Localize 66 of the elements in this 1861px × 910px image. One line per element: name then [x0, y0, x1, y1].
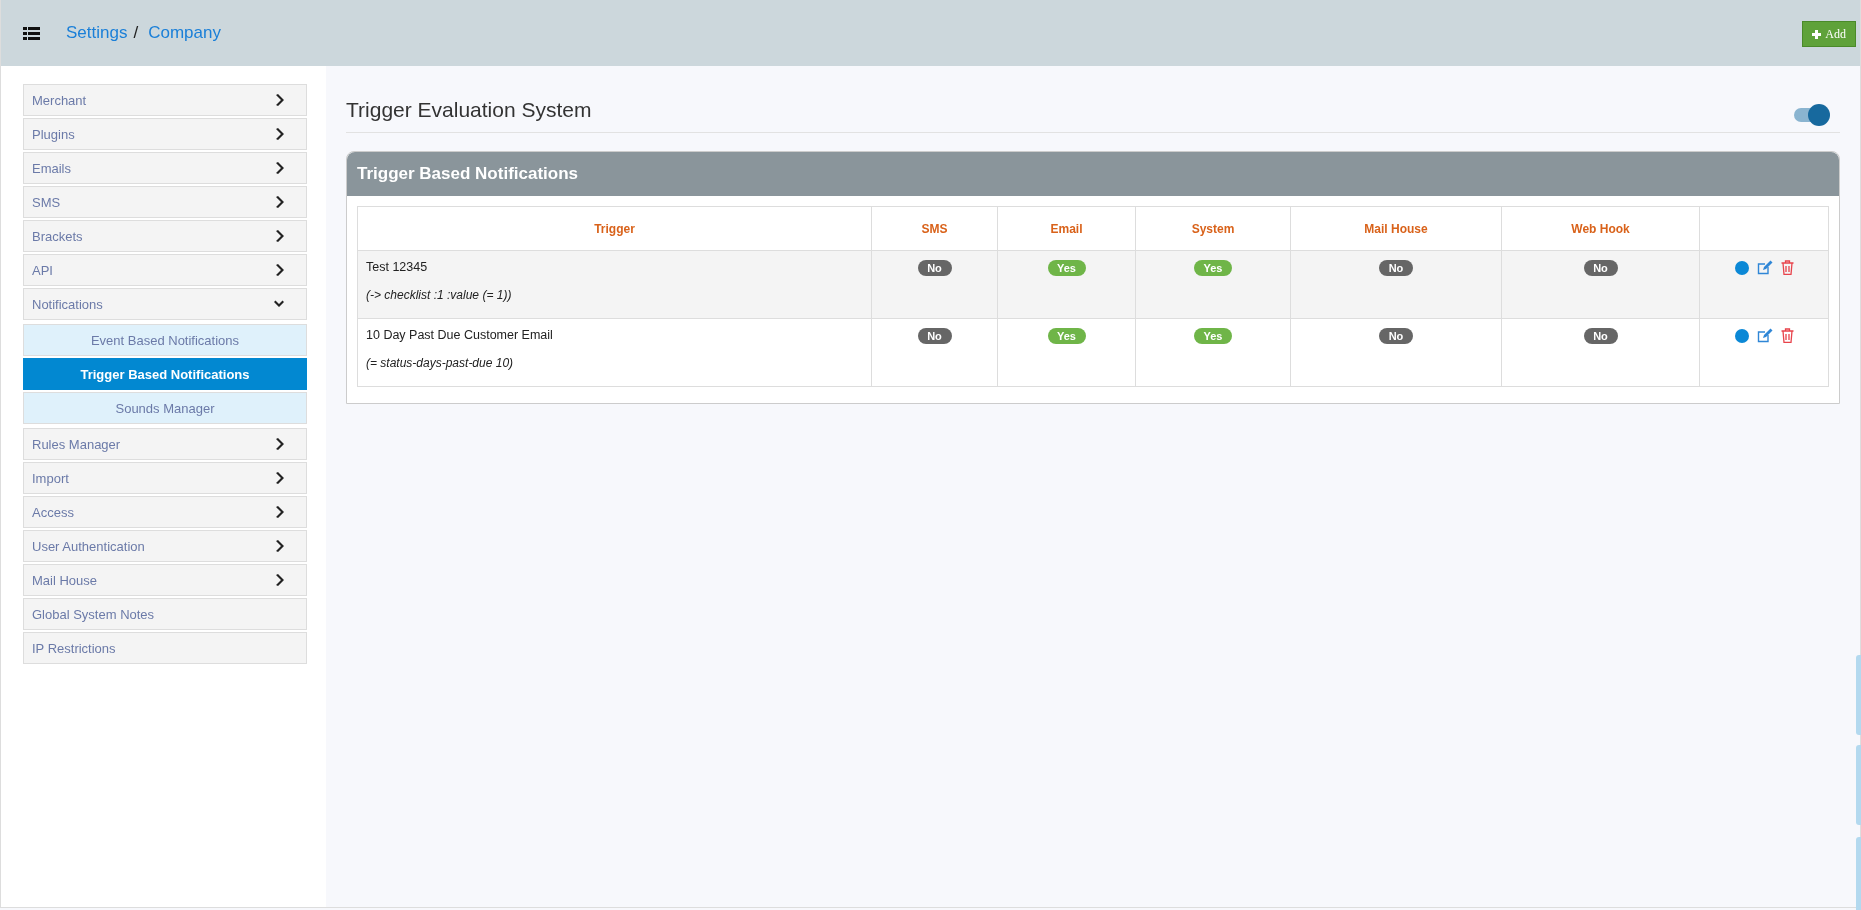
sidebar-subitem[interactable]: Event Based Notifications — [23, 324, 307, 356]
column-header: System — [1135, 206, 1291, 251]
status-dot-icon[interactable] — [1734, 260, 1749, 275]
column-header: Web Hook — [1501, 206, 1700, 251]
trash-icon[interactable] — [1780, 328, 1794, 343]
sidebar-item[interactable]: Notifications — [23, 288, 307, 320]
trigger-name: Test 12345 — [366, 260, 429, 274]
column-header: Email — [997, 206, 1136, 251]
status-badge: No — [1379, 260, 1413, 276]
status-dot-icon[interactable] — [1734, 328, 1749, 343]
trash-icon[interactable] — [1780, 260, 1794, 275]
sidebar-item-label: Brackets — [32, 228, 83, 244]
status-badge: No — [917, 260, 952, 276]
status-badge: No — [1583, 260, 1618, 276]
toggle-switch[interactable] — [1794, 104, 1830, 126]
status-badge: No — [1379, 328, 1413, 344]
edit-icon[interactable] — [1756, 328, 1773, 343]
sidebar-item-label: Access — [32, 504, 74, 520]
sidebar-item[interactable]: SMS — [23, 186, 307, 218]
sidebar-item[interactable]: Brackets — [23, 220, 307, 252]
sidebar-item[interactable]: Rules Manager — [23, 428, 307, 460]
sidebar-item[interactable]: Plugins — [23, 118, 307, 150]
sidebar-item[interactable]: Merchant — [23, 84, 307, 116]
sidebar-item-label: Rules Manager — [32, 436, 121, 452]
sidebar-item[interactable]: API — [23, 254, 307, 286]
column-header: Trigger — [357, 206, 872, 251]
sidebar-item[interactable]: Access — [23, 496, 307, 528]
trigger-expression: (= status-days-past-due 10) — [366, 356, 515, 370]
status-badge: Yes — [1047, 260, 1086, 276]
breadcrumb-link[interactable]: Company — [148, 23, 221, 43]
add-button[interactable]: Add — [1802, 21, 1856, 47]
breadcrumb-link[interactable]: Settings — [66, 23, 128, 43]
status-badge: No — [1583, 328, 1618, 344]
trigger-name: 10 Day Past Due Customer Email — [366, 328, 554, 342]
section-title: Trigger Evaluation System — [346, 98, 592, 122]
sidebar-item[interactable]: Import — [23, 462, 307, 494]
column-header: SMS — [871, 206, 998, 251]
sidebar-item[interactable]: IP Restrictions — [23, 632, 307, 664]
sidebar-subitem[interactable]: Trigger Based Notifications — [23, 358, 307, 390]
sidebar-item-label: Import — [32, 470, 69, 486]
edit-icon[interactable] — [1756, 260, 1773, 275]
sidebar-item[interactable]: Mail House — [23, 564, 307, 596]
sidebar-item-label: IP Restrictions — [32, 640, 116, 656]
trigger-expression: (-> checklist :1 :value (= 1)) — [366, 288, 513, 302]
status-badge: Yes — [1047, 328, 1086, 344]
panel-header: Trigger Based Notifications — [347, 152, 1839, 196]
plus-icon — [1812, 29, 1822, 39]
status-badge: No — [917, 328, 952, 344]
sidebar-subitem[interactable]: Sounds Manager — [23, 392, 307, 424]
status-badge: Yes — [1194, 328, 1232, 344]
sidebar-item[interactable]: Emails — [23, 152, 307, 184]
sidebar-item-label: Global System Notes — [32, 606, 155, 622]
status-badge: Yes — [1194, 260, 1232, 276]
sidebar-item-label: Notifications — [32, 296, 103, 312]
sidebar-item[interactable]: User Authentication — [23, 530, 307, 562]
sidebar-item-label: Plugins — [32, 126, 75, 142]
sidebar-item[interactable]: Global System Notes — [23, 598, 307, 630]
sidebar-item-label: API — [32, 262, 53, 278]
list-menu-icon[interactable] — [23, 26, 40, 40]
column-header: Mail House — [1290, 206, 1502, 251]
sidebar-item-label: Merchant — [32, 92, 87, 108]
sidebar-item-label: Mail House — [32, 572, 98, 588]
breadcrumb-separator: / — [133, 23, 139, 43]
sidebar-item-label: Emails — [32, 160, 71, 176]
sidebar-item-label: SMS — [32, 194, 61, 210]
sidebar-item-label: User Authentication — [32, 538, 145, 554]
